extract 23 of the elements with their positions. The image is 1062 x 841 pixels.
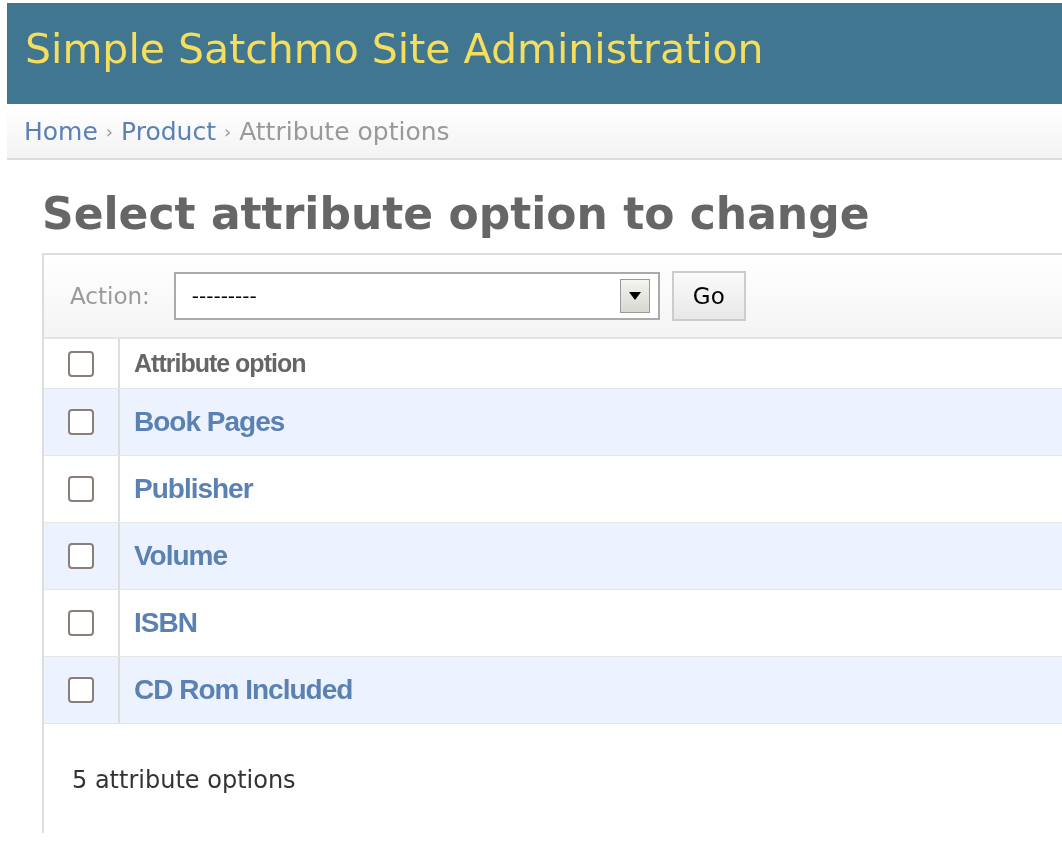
- breadcrumb-current: Attribute options: [239, 116, 450, 146]
- checkbox[interactable]: [68, 350, 94, 377]
- checkbox[interactable]: [68, 476, 94, 502]
- action-label: Action:: [70, 283, 150, 309]
- breadcrumb-link[interactable]: Home: [24, 116, 98, 146]
- checkbox[interactable]: [68, 409, 94, 435]
- page-heading: Select attribute option to change: [42, 188, 870, 239]
- checkbox[interactable]: [68, 610, 94, 636]
- breadcrumb-separator: ›: [105, 120, 114, 142]
- checkbox[interactable]: [68, 543, 94, 569]
- breadcrumb-separator: ›: [223, 120, 232, 142]
- site-title: Simple Satchmo Site Administration: [25, 25, 764, 73]
- action-select[interactable]: ---------: [173, 272, 660, 320]
- checkbox[interactable]: [68, 677, 94, 703]
- row-link[interactable]: Publisher: [134, 473, 253, 505]
- result-count: 5 attribute options: [72, 766, 296, 794]
- row-link[interactable]: Volume: [134, 540, 228, 572]
- row-link[interactable]: CD Rom Included: [134, 674, 353, 706]
- breadcrumb-link[interactable]: Product: [121, 116, 216, 146]
- column-header[interactable]: Attribute option: [134, 349, 306, 378]
- row-link[interactable]: ISBN: [134, 607, 197, 639]
- row-link[interactable]: Book Pages: [134, 406, 285, 438]
- go-button[interactable]: Go: [671, 271, 746, 321]
